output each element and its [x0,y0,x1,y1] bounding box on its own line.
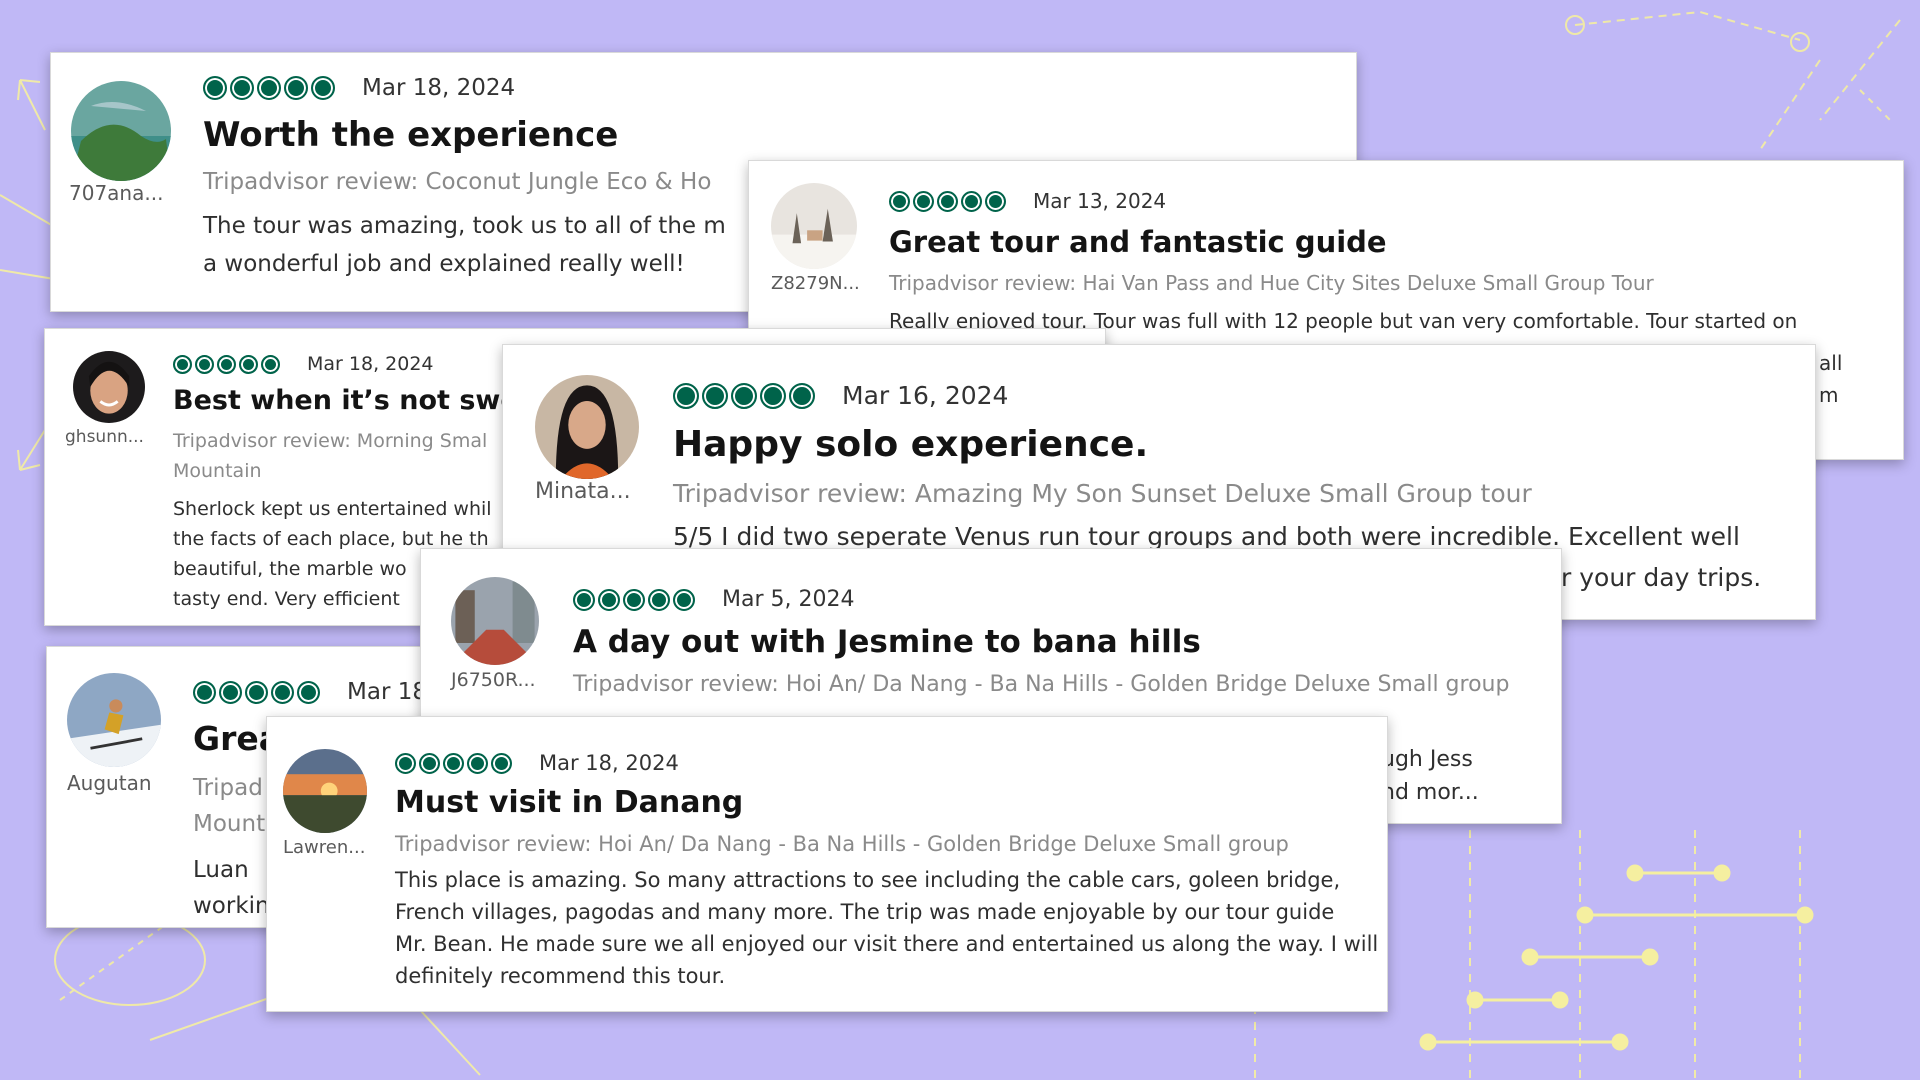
rating-bubbles-icon [573,588,698,611]
rating-bubbles-icon [173,354,283,374]
review-body-tail: ugh Jess nd mor... [1381,747,1479,805]
rating-bubbles-icon [889,190,1009,212]
username[interactable]: Augutan [67,771,152,795]
rating-bubbles-icon [673,382,818,409]
island-photo [71,81,171,181]
review-body-tail: r your day trips. [1561,563,1762,592]
username[interactable]: 707ana... [69,181,163,205]
review-title[interactable]: Worth the experience [203,115,726,155]
skier-photo [67,673,161,767]
avatar [283,749,367,833]
review-subtitle[interactable]: Tripadvisor review: Morning Smal Mountai… [173,426,541,486]
woman-dark-hair-photo [535,375,639,479]
city-street-photo [451,577,539,665]
rating-bubbles-icon [203,76,338,100]
review-subtitle[interactable]: Tripadvisor review: Hoi An/ Da Nang - Ba… [395,832,1378,856]
rating-bubbles-icon [193,680,323,704]
review-body: 5/5 I did two seperate Venus run tour gr… [673,522,1740,551]
review-subtitle[interactable]: Tripadvisor review: Amazing My Son Sunse… [673,479,1740,508]
avatar [535,375,639,479]
review-date: Mar 18, 2024 [539,751,679,775]
review-body: This place is amazing. So many attractio… [395,868,1379,988]
review-subtitle[interactable]: Tripadvisor review: Hai Van Pass and Hue… [889,271,1797,295]
avatar [73,351,145,423]
review-body: The tour was amazing, took us to all of … [203,213,726,277]
review-date: Mar 16, 2024 [842,381,1009,410]
woman-smiling-photo [73,351,145,423]
username[interactable]: J6750R... [451,669,536,691]
review-date: Mar 18, 2024 [307,353,434,375]
rating-bubbles-icon [395,752,515,774]
username[interactable]: Lawren... [283,837,365,858]
avatar [67,673,161,767]
review-date: Mar 5, 2024 [722,587,855,612]
avatar [451,577,539,665]
review-title[interactable]: Best when it’s not swelt [173,385,541,416]
review-date: Mar 13, 2024 [1033,189,1167,213]
review-card[interactable]: Lawren... Mar 18, 2024 Must visit in Dan… [266,716,1388,1012]
sunset-field-photo [283,749,367,833]
username[interactable]: Z8279N... [771,273,860,294]
review-date: Mar 18, 2024 [362,75,516,101]
review-date: Mar 18 [347,679,427,705]
review-title[interactable]: A day out with Jesmine to bana hills [573,624,1509,660]
username[interactable]: Minata... [535,479,631,504]
review-title[interactable]: Happy solo experience. [673,424,1740,465]
review-subtitle[interactable]: Tripadvisor review: Coconut Jungle Eco &… [203,169,726,195]
snowy-landscape-photo [771,183,857,269]
review-title[interactable]: Great tour and fantastic guide [889,225,1797,259]
review-subtitle[interactable]: Tripadvisor review: Hoi An/ Da Nang - Ba… [573,672,1509,697]
review-title[interactable]: Must visit in Danang [395,785,1378,820]
review-body-tail: all m [1819,351,1843,407]
avatar [71,81,171,181]
avatar [771,183,857,269]
username[interactable]: ghsunn... [65,427,144,447]
